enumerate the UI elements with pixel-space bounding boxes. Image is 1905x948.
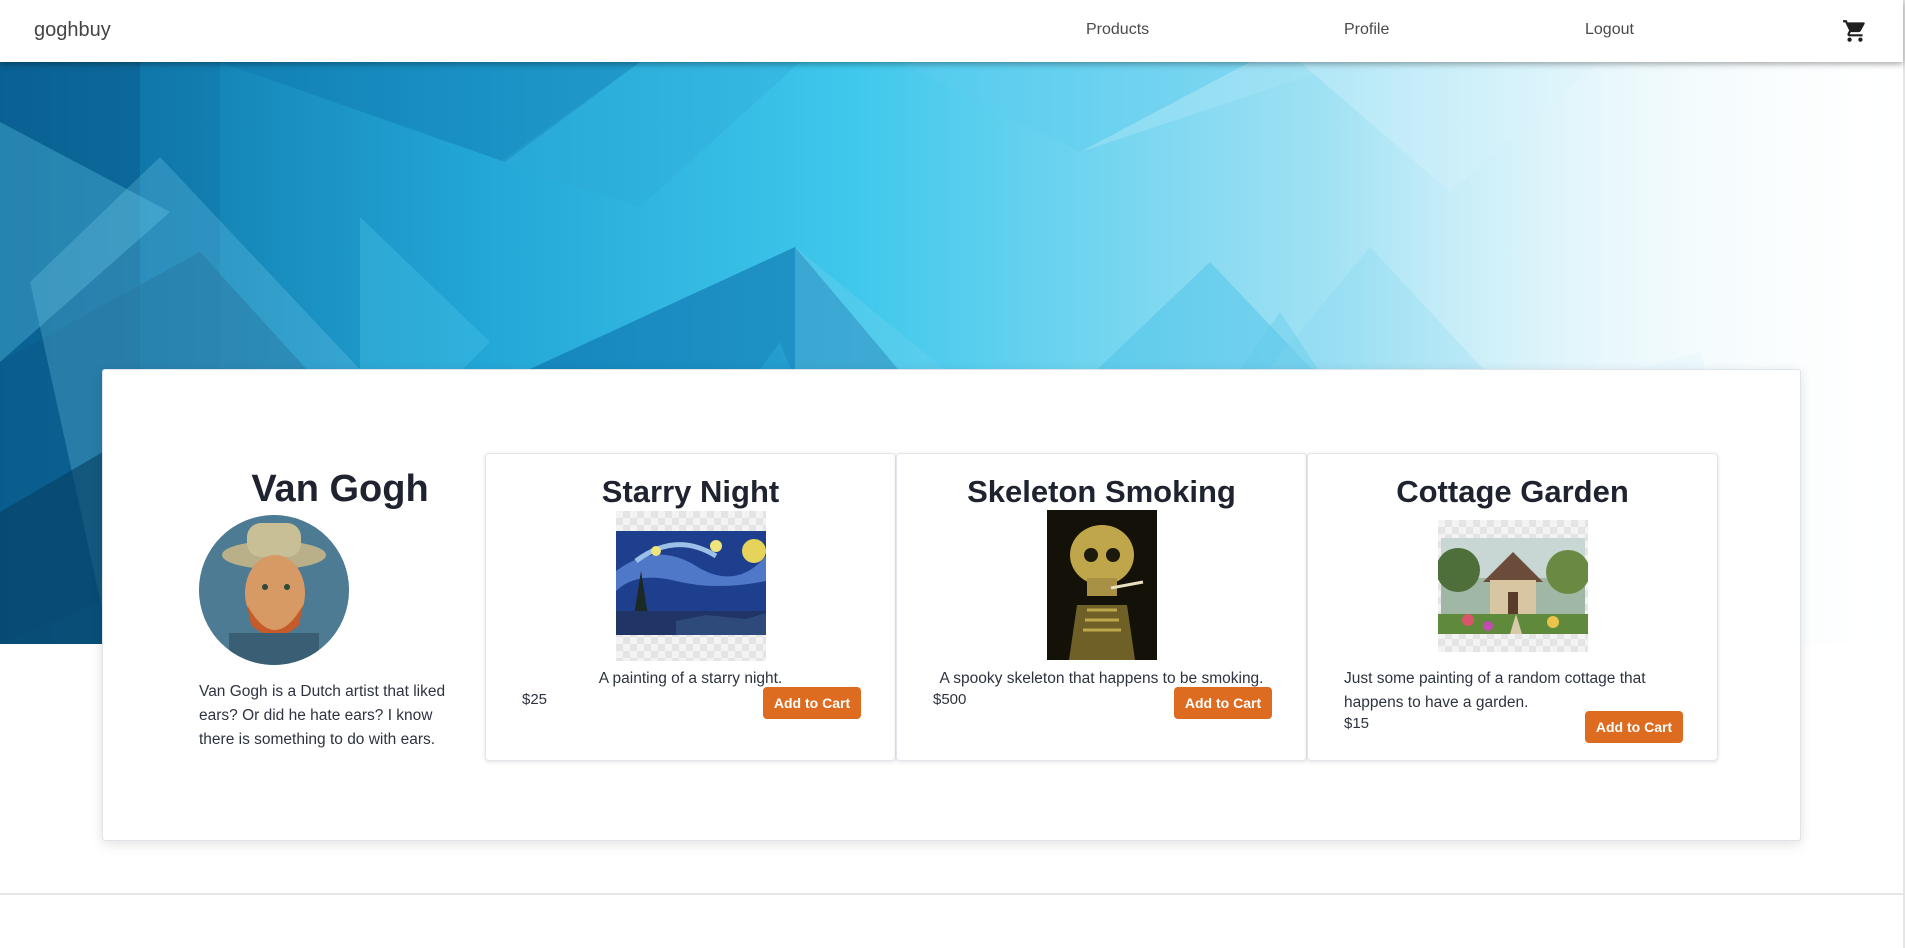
product-image-starry-night — [616, 511, 766, 661]
product-image-skeleton-smoking — [1047, 510, 1157, 660]
shopping-cart-icon[interactable] — [1842, 18, 1868, 44]
nav-link-products[interactable]: Products — [1086, 21, 1149, 39]
product-card: Cottage Garden Just some painting of a r… — [1307, 453, 1718, 761]
brand-logo-text[interactable]: goghbuy — [34, 19, 111, 42]
add-to-cart-button[interactable]: Add to Cart — [1585, 711, 1683, 743]
product-title: Skeleton Smoking — [967, 474, 1236, 509]
artist-bio: Van Gogh is a Dutch artist that liked ea… — [199, 683, 446, 748]
product-title: Starry Night — [601, 474, 780, 509]
nav-link-logout[interactable]: Logout — [1585, 21, 1634, 39]
add-to-cart-button[interactable]: Add to Cart — [1174, 687, 1272, 719]
product-image-cottage-garden — [1436, 520, 1590, 652]
add-to-cart-button[interactable]: Add to Cart — [763, 687, 861, 719]
product-card: Starry Night A painting of a starry nigh… — [485, 453, 896, 761]
product-card: Skeleton Smoking A spooky skeleton that … — [896, 453, 1307, 761]
product-price: $25 — [522, 691, 548, 708]
footer-divider — [0, 893, 1903, 895]
artist-portrait-avatar — [199, 515, 349, 665]
product-description: Just some painting of a random cottage t… — [1344, 670, 1646, 711]
product-price: $15 — [1344, 715, 1370, 732]
artist-name: Van Gogh — [251, 468, 429, 510]
product-title: Cottage Garden — [1396, 474, 1629, 509]
top-navbar: goghbuy Products Profile Logout — [0, 0, 1903, 62]
nav-link-profile[interactable]: Profile — [1344, 21, 1389, 39]
artist-products-panel: Van Gogh Van Gogh is a Dutch artist that… — [102, 369, 1801, 841]
product-price: $500 — [933, 691, 967, 708]
